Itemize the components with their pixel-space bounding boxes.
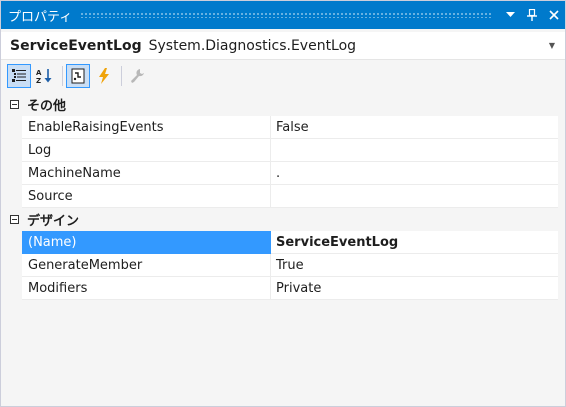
property-row[interactable]: GenerateMember True xyxy=(1,254,565,277)
property-value[interactable]: . xyxy=(271,162,558,185)
alphabetical-button[interactable]: A Z xyxy=(33,64,57,88)
properties-button[interactable] xyxy=(66,63,90,88)
chevron-down-icon[interactable]: ▼ xyxy=(549,41,555,50)
events-button[interactable] xyxy=(92,64,116,88)
properties-window: プロパティ ServiceEventLog System.Diagnostics… xyxy=(0,0,566,407)
title-bar[interactable]: プロパティ xyxy=(1,1,565,29)
property-name[interactable]: Modifiers xyxy=(22,277,271,300)
property-pages-icon xyxy=(131,68,144,83)
property-value[interactable] xyxy=(271,185,558,208)
property-row[interactable]: Modifiers Private xyxy=(1,277,565,300)
property-row[interactable]: EnableRaisingEvents False xyxy=(1,116,565,139)
pin-icon xyxy=(527,9,537,21)
property-value[interactable]: ServiceEventLog xyxy=(271,231,558,254)
pin-button[interactable] xyxy=(521,1,543,29)
property-name[interactable]: EnableRaisingEvents xyxy=(22,116,271,139)
svg-text:A: A xyxy=(36,69,42,77)
drag-grip[interactable] xyxy=(80,12,491,18)
properties-icon xyxy=(71,68,85,83)
chevron-down-icon xyxy=(505,12,515,17)
properties-toolbar: A Z xyxy=(1,60,565,91)
property-value[interactable]: Private xyxy=(271,277,558,300)
category-label: その他 xyxy=(27,99,67,114)
close-icon xyxy=(549,10,559,20)
object-selector[interactable]: ServiceEventLog System.Diagnostics.Event… xyxy=(1,32,565,60)
property-value[interactable] xyxy=(271,139,558,162)
category-header[interactable]: デザイン xyxy=(1,208,565,231)
property-row[interactable]: MachineName . xyxy=(1,162,565,185)
property-row[interactable]: Log xyxy=(1,139,565,162)
collapse-icon[interactable] xyxy=(10,100,19,109)
category-header[interactable]: その他 xyxy=(1,93,565,116)
window-menu-button[interactable] xyxy=(499,1,521,29)
close-button[interactable] xyxy=(543,1,565,29)
property-name[interactable]: Log xyxy=(22,139,271,162)
toolbar-separator xyxy=(62,65,63,86)
events-icon xyxy=(99,67,109,84)
property-row[interactable]: Source xyxy=(1,185,565,208)
property-value[interactable]: False xyxy=(271,116,558,139)
toolbar-separator xyxy=(121,65,122,86)
object-name: ServiceEventLog xyxy=(10,37,142,54)
property-name[interactable]: MachineName xyxy=(22,162,271,185)
window-title: プロパティ xyxy=(8,9,73,25)
property-name[interactable]: (Name) xyxy=(22,231,271,254)
categorized-icon xyxy=(12,68,26,82)
object-type: System.Diagnostics.EventLog xyxy=(148,37,357,54)
property-pages-button[interactable] xyxy=(125,64,149,88)
property-name[interactable]: GenerateMember xyxy=(22,254,271,277)
property-grid: その他 EnableRaisingEvents False Log Machin… xyxy=(1,93,565,300)
alphabetical-icon: A Z xyxy=(36,68,52,84)
category-label: デザイン xyxy=(27,214,80,229)
collapse-icon[interactable] xyxy=(10,215,19,224)
categorized-button[interactable] xyxy=(7,63,31,88)
property-name[interactable]: Source xyxy=(22,185,271,208)
property-row-selected[interactable]: (Name) ServiceEventLog xyxy=(1,231,565,254)
svg-text:Z: Z xyxy=(36,77,41,84)
property-value[interactable]: True xyxy=(271,254,558,277)
